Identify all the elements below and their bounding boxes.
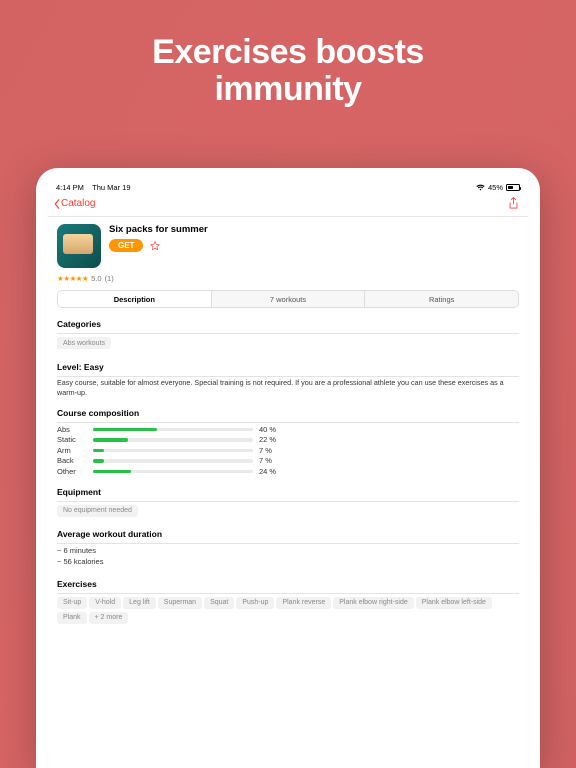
tab-ratings[interactable]: Ratings <box>364 291 518 307</box>
promo-background: Exercises boosts immunity 4:14 PM Thu Ma… <box>0 0 576 768</box>
status-right: 45% <box>476 183 520 192</box>
tab-description[interactable]: Description <box>58 291 211 307</box>
course-thumbnail[interactable] <box>57 224 101 268</box>
favorite-star-icon[interactable] <box>149 240 161 252</box>
status-left: 4:14 PM Thu Mar 19 <box>56 183 131 192</box>
battery-percent: 45% <box>488 183 503 192</box>
composition-bar <box>93 470 253 474</box>
rating-stars-icon: ★★★★★ <box>57 274 88 283</box>
categories-title: Categories <box>57 319 519 329</box>
course-title: Six packs for summer <box>109 224 208 235</box>
composition-bar <box>93 438 253 442</box>
composition-row: Static 22 % <box>57 435 519 444</box>
exercise-chip[interactable]: Plank <box>57 612 87 624</box>
divider <box>57 376 519 377</box>
composition-bar <box>93 449 253 453</box>
composition-row: Back 7 % <box>57 456 519 465</box>
composition-title: Course composition <box>57 408 519 418</box>
status-time: 4:14 PM <box>56 183 84 192</box>
status-bar: 4:14 PM Thu Mar 19 45% <box>48 180 528 193</box>
app-screen: 4:14 PM Thu Mar 19 45% Catalog <box>48 180 528 768</box>
composition-label: Arm <box>57 446 87 455</box>
exercises-title: Exercises <box>57 579 519 589</box>
composition-label: Abs <box>57 425 87 434</box>
equipment-chip: No equipment needed <box>57 505 138 517</box>
composition-bar <box>93 428 253 432</box>
divider <box>57 543 519 544</box>
divider <box>57 593 519 594</box>
divider <box>57 333 519 334</box>
duration-kcal: ~ 56 kcalories <box>57 557 519 568</box>
divider <box>57 422 519 423</box>
level-description: Easy course, suitable for almost everyon… <box>57 378 519 397</box>
exercise-chip[interactable]: Plank elbow left-side <box>416 597 492 609</box>
section-equipment: Equipment No equipment needed <box>57 487 519 519</box>
course-heading: Six packs for summer GET <box>109 224 208 268</box>
composition-percent: 7 % <box>259 456 272 465</box>
category-chip[interactable]: Abs workouts <box>57 337 111 349</box>
rating-value: 5.0 <box>91 274 101 283</box>
exercise-chip[interactable]: Leg lift <box>123 597 156 609</box>
section-categories: Categories Abs workouts <box>57 319 519 351</box>
composition-label: Static <box>57 435 87 444</box>
rating-row: ★★★★★ 5.0 (1) <box>57 274 519 283</box>
promo-headline: Exercises boosts immunity <box>0 0 576 109</box>
exercise-chip[interactable]: Superman <box>158 597 202 609</box>
more-exercises-chip[interactable]: + 2 more <box>89 612 129 624</box>
section-composition: Course composition Abs 40 % Static 22 % Arm 7… <box>57 408 519 476</box>
level-title: Level: Easy <box>57 362 519 372</box>
section-level: Level: Easy Easy course, suitable for al… <box>57 362 519 398</box>
course-header: Six packs for summer GET <box>57 224 519 268</box>
chevron-left-icon <box>54 199 60 209</box>
content-area: Six packs for summer GET ★★★★★ 5.0 (1) D… <box>48 217 528 632</box>
back-label: Catalog <box>61 198 95 209</box>
headline-line2: immunity <box>0 71 576 108</box>
get-button[interactable]: GET <box>109 239 143 252</box>
section-duration: Average workout duration ~ 6 minutes ~ 5… <box>57 529 519 567</box>
exercise-chip[interactable]: Sit-up <box>57 597 87 609</box>
section-exercises: Exercises Sit-upV-holdLeg liftSupermanSq… <box>57 579 519 626</box>
composition-percent: 40 % <box>259 425 276 434</box>
exercise-chip[interactable]: Push-up <box>236 597 274 609</box>
divider <box>57 501 519 502</box>
exercise-chip[interactable]: Plank elbow right-side <box>333 597 413 609</box>
tab-workouts[interactable]: 7 workouts <box>211 291 365 307</box>
duration-minutes: ~ 6 minutes <box>57 546 519 557</box>
nav-bar: Catalog <box>48 193 528 217</box>
composition-percent: 7 % <box>259 446 272 455</box>
composition-row: Other 24 % <box>57 467 519 476</box>
exercise-chip[interactable]: V-hold <box>89 597 121 609</box>
headline-line1: Exercises boosts <box>0 34 576 71</box>
back-button[interactable]: Catalog <box>54 198 95 209</box>
duration-title: Average workout duration <box>57 529 519 539</box>
status-date: Thu Mar 19 <box>92 183 130 192</box>
composition-label: Other <box>57 467 87 476</box>
segmented-control: Description 7 workouts Ratings <box>57 290 519 308</box>
wifi-icon <box>476 184 485 191</box>
equipment-title: Equipment <box>57 487 519 497</box>
composition-label: Back <box>57 456 87 465</box>
composition-percent: 24 % <box>259 467 276 476</box>
share-icon[interactable] <box>508 197 519 210</box>
composition-bar <box>93 459 253 463</box>
composition-row: Abs 40 % <box>57 425 519 434</box>
device-frame: 4:14 PM Thu Mar 19 45% Catalog <box>36 168 540 768</box>
battery-icon <box>506 184 520 191</box>
composition-percent: 22 % <box>259 435 276 444</box>
exercise-chip[interactable]: Plank reverse <box>276 597 331 609</box>
rating-count: (1) <box>105 274 114 283</box>
composition-row: Arm 7 % <box>57 446 519 455</box>
exercise-chip[interactable]: Squat <box>204 597 234 609</box>
